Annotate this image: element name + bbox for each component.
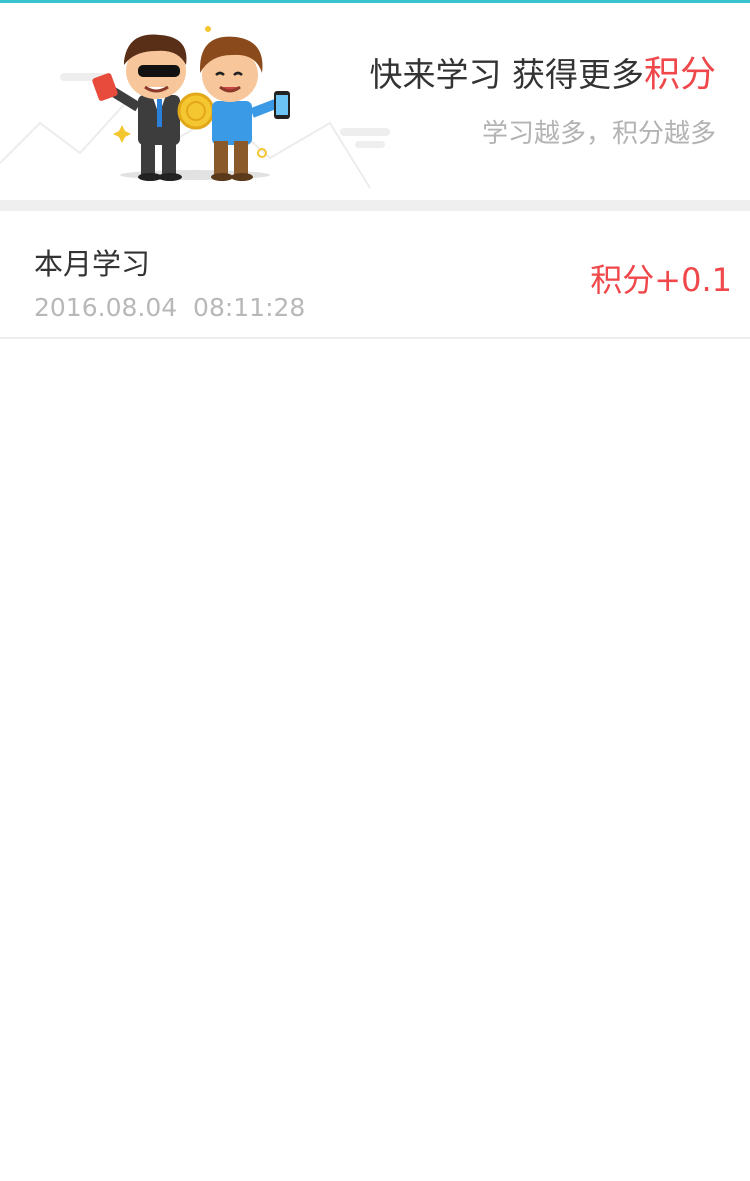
record-title: 本月学习 [34, 247, 151, 281]
banner-headline: 快来学习 获得更多积分 [369, 45, 716, 97]
headline-text: 快来学习 获得更多 [369, 55, 644, 94]
record-date: 2016.08.04 [34, 293, 178, 322]
section-divider [0, 200, 750, 211]
two-people-coin-illustration [0, 26, 390, 189]
points-banner: 快来学习 获得更多积分 学习越多，积分越多 [0, 3, 750, 200]
record-points: 积分+0.1 [590, 261, 732, 299]
banner-subline: 学习越多，积分越多 [481, 119, 716, 149]
headline-accent-points: 积分 [643, 54, 716, 95]
record-timestamp: 2016.08.04 08:11:28 [34, 293, 305, 322]
record-time: 08:11:28 [193, 293, 306, 322]
list-item[interactable]: 本月学习 2016.08.04 08:11:28 积分+0.1 [0, 211, 750, 339]
